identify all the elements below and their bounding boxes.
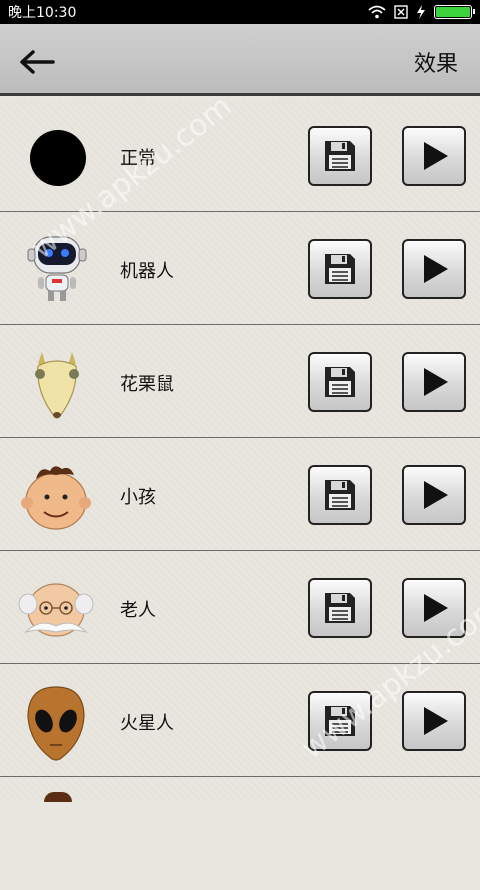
play-icon <box>424 481 448 509</box>
back-button[interactable] <box>14 44 60 80</box>
save-icon <box>325 254 355 284</box>
save-icon <box>325 593 355 623</box>
play-button[interactable] <box>402 465 466 525</box>
page-title: 效果 <box>413 52 458 77</box>
list-item-partial <box>0 778 480 890</box>
save-icon <box>325 480 355 510</box>
item-label: 老人 <box>120 600 156 621</box>
toolbar: 效果 <box>0 24 480 96</box>
save-icon <box>325 706 355 736</box>
robot-icon <box>14 231 98 311</box>
item-label: 正常 <box>120 148 156 169</box>
play-button[interactable] <box>402 352 466 412</box>
status-bar: 晚上10:30 <box>0 0 480 24</box>
play-icon <box>424 368 448 396</box>
chipmunk-icon <box>14 344 98 424</box>
item-label: 花栗鼠 <box>120 374 174 395</box>
save-button[interactable] <box>308 239 372 299</box>
save-button[interactable] <box>308 465 372 525</box>
battery-icon <box>434 5 475 19</box>
save-button[interactable] <box>308 352 372 412</box>
save-button[interactable] <box>308 126 372 186</box>
list-item: 花栗鼠 <box>0 326 480 438</box>
effects-list: 正常 机器人 花栗鼠 小孩 老人 火星人 www.apkzu.com www.a… <box>0 89 480 802</box>
status-time: 晚上10:30 <box>8 5 77 21</box>
save-button[interactable] <box>308 578 372 638</box>
list-item: 火星人 <box>0 665 480 777</box>
wifi-icon <box>368 5 386 19</box>
child-face-icon <box>14 457 98 537</box>
no-sim-icon <box>394 5 408 19</box>
play-button[interactable] <box>402 578 466 638</box>
black-circle-icon <box>14 118 98 198</box>
list-item: 正常 <box>0 100 480 212</box>
list-item: 老人 <box>0 552 480 664</box>
play-icon <box>424 255 448 283</box>
status-icons <box>368 5 475 19</box>
item-label: 火星人 <box>120 713 174 734</box>
play-icon <box>424 142 448 170</box>
save-icon <box>325 367 355 397</box>
save-button[interactable] <box>308 691 372 751</box>
play-button[interactable] <box>402 239 466 299</box>
old-man-face-icon <box>14 570 98 650</box>
item-label: 机器人 <box>120 261 174 282</box>
partial-hair-icon <box>44 792 72 802</box>
item-label: 小孩 <box>120 487 156 508</box>
list-item: 小孩 <box>0 439 480 551</box>
play-button[interactable] <box>402 691 466 751</box>
save-icon <box>325 141 355 171</box>
back-arrow-icon <box>20 50 55 74</box>
alien-face-icon <box>14 683 98 763</box>
charging-icon <box>417 5 425 19</box>
list-item: 机器人 <box>0 213 480 325</box>
play-button[interactable] <box>402 126 466 186</box>
play-icon <box>424 707 448 735</box>
play-icon <box>424 594 448 622</box>
